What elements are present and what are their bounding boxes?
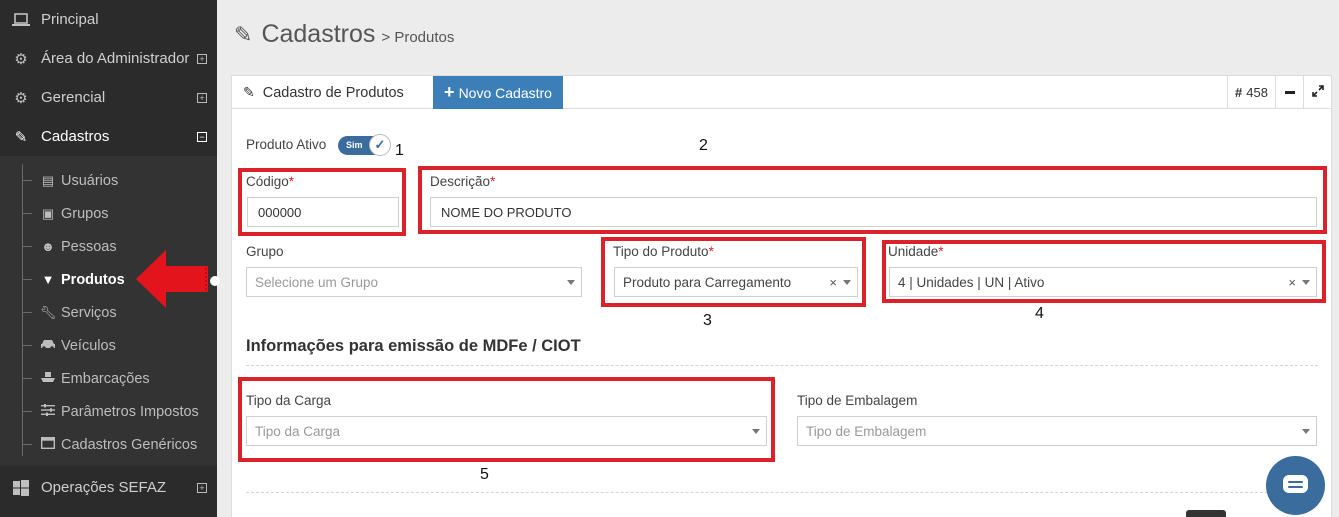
grupo-select[interactable]: Selecione um Grupo bbox=[246, 267, 582, 297]
tipo-embalagem-label: Tipo de Embalagem bbox=[797, 393, 918, 408]
sidebar-submenu: ▤ Usuários ▣ Grupos ☻ Pessoas ▼ Produtos… bbox=[0, 156, 217, 466]
annotation-number-5: 5 bbox=[480, 466, 489, 483]
sidebar-item-principal[interactable]: Principal bbox=[0, 0, 217, 39]
people-icon: ☻ bbox=[41, 239, 55, 254]
edit-icon: ✎ bbox=[14, 128, 28, 146]
sidebar-item-embarcacoes[interactable]: Embarcações bbox=[22, 362, 212, 395]
tipo-embalagem-select[interactable]: Tipo de Embalagem bbox=[797, 416, 1317, 446]
annotation-number-3: 3 bbox=[703, 312, 712, 329]
sidebar-item-cadastros-genericos[interactable]: Cadastros Genéricos bbox=[22, 428, 212, 461]
sidebar-item-label: Grupos bbox=[61, 205, 109, 222]
page-title: ✎ Cadastros > Produtos bbox=[234, 20, 454, 49]
sidebar-item-parametros[interactable]: Parâmetros Impostos bbox=[22, 395, 212, 428]
sidebar-item-label: Área do Administrador bbox=[41, 50, 190, 67]
sidebar-item-label: Serviços bbox=[61, 304, 117, 321]
edit-icon: ✎ bbox=[234, 22, 253, 47]
expand-icon[interactable]: + bbox=[197, 482, 207, 493]
sidebar-item-label: Cadastros bbox=[41, 128, 110, 145]
grupo-placeholder: Selecione um Grupo bbox=[255, 274, 379, 290]
expand-icon[interactable]: + bbox=[197, 53, 207, 64]
window-icon bbox=[38, 436, 58, 452]
grupo-label: Grupo bbox=[246, 244, 284, 259]
sidebar-item-label: Gerencial bbox=[41, 89, 106, 106]
new-record-label: Novo Cadastro bbox=[458, 84, 552, 101]
sidebar-item-grupos[interactable]: ▣ Grupos bbox=[22, 197, 212, 230]
sidebar-item-usuarios[interactable]: ▤ Usuários bbox=[22, 164, 212, 197]
page-heading: Cadastros bbox=[261, 20, 376, 48]
hash-icon: # bbox=[1235, 85, 1243, 100]
annotation-box-unidade bbox=[882, 240, 1326, 303]
sidebar-item-label: Veículos bbox=[61, 337, 116, 354]
chat-button[interactable] bbox=[1266, 456, 1325, 515]
edit-icon: ✎ bbox=[243, 84, 255, 100]
sidebar-item-operacoes-sefaz[interactable]: Operações SEFAZ + bbox=[0, 468, 217, 507]
sidebar-item-admin[interactable]: ⚙ Área do Administrador + bbox=[0, 39, 217, 78]
caret-down-icon bbox=[567, 280, 575, 285]
annotation-number-2: 2 bbox=[699, 137, 708, 154]
ship-icon bbox=[38, 371, 58, 387]
annotation-arrow bbox=[136, 250, 208, 308]
sidebar-item-label: Principal bbox=[41, 11, 99, 28]
sidebar-item-label: Pessoas bbox=[61, 238, 117, 255]
collapse-icon[interactable]: − bbox=[197, 131, 207, 142]
sidebar-item-label: Usuários bbox=[61, 172, 119, 189]
record-id-value: 458 bbox=[1246, 85, 1268, 100]
caret-down-icon bbox=[1302, 429, 1310, 434]
breadcrumb: > Produtos bbox=[381, 29, 455, 46]
plus-icon: + bbox=[444, 82, 455, 102]
section-divider bbox=[246, 492, 1318, 493]
panel-title-text: Cadastro de Produtos bbox=[262, 84, 404, 101]
sidebar-item-cadastros[interactable]: ✎ Cadastros − bbox=[0, 117, 217, 156]
gears-icon: ⚙ bbox=[14, 89, 28, 107]
sidebar-item-label: Parâmetros Impostos bbox=[61, 403, 199, 420]
car-icon bbox=[38, 338, 58, 353]
expand-button[interactable] bbox=[1303, 76, 1331, 109]
expand-icon bbox=[1311, 85, 1324, 100]
gears-icon: ⚙ bbox=[14, 50, 28, 68]
sidebar-bottom: Operações SEFAZ + bbox=[0, 466, 217, 517]
panel-header: ✎ Cadastro de Produtos + Novo Cadastro #… bbox=[232, 76, 1331, 109]
sidebar-item-label: Embarcações bbox=[61, 370, 150, 387]
sidebar-item-label: Operações SEFAZ bbox=[41, 479, 167, 496]
windows-icon bbox=[10, 479, 32, 497]
annotation-number-4: 4 bbox=[1035, 305, 1044, 322]
new-record-button[interactable]: + Novo Cadastro bbox=[433, 76, 563, 109]
bottom-tab bbox=[1186, 510, 1226, 517]
annotation-box-descricao bbox=[418, 166, 1327, 234]
annotation-number-1: 1 bbox=[395, 142, 404, 159]
section-divider bbox=[246, 365, 1318, 366]
produto-ativo-toggle[interactable]: Sim ✓ bbox=[338, 134, 391, 156]
group-box-icon: ▣ bbox=[41, 205, 55, 221]
id-card-icon: ▤ bbox=[41, 172, 55, 188]
toggle-text: Sim bbox=[346, 140, 363, 150]
record-id-badge: # 458 bbox=[1227, 76, 1275, 109]
expand-icon[interactable]: + bbox=[197, 92, 207, 103]
laptop-icon bbox=[10, 11, 32, 29]
sidebar-active-indicator bbox=[210, 276, 220, 286]
produto-ativo-label: Produto Ativo bbox=[246, 137, 327, 152]
shirt-icon: ▼ bbox=[41, 272, 55, 287]
panel-header-tools: # 458 bbox=[1227, 76, 1331, 109]
sidebar-item-label: Produtos bbox=[61, 271, 125, 288]
tipo-embalagem-placeholder: Tipo de Embalagem bbox=[806, 423, 927, 439]
annotation-box-tipo-produto bbox=[601, 237, 866, 307]
panel-title: ✎ Cadastro de Produtos bbox=[243, 84, 404, 101]
mdfe-section-title: Informações para emissão de MDFe / CIOT bbox=[246, 337, 581, 355]
chat-icon bbox=[1283, 475, 1308, 493]
sliders-icon bbox=[38, 404, 58, 419]
wrench-icon: 🔧︎ bbox=[39, 304, 57, 320]
sidebar-item-gerencial[interactable]: ⚙ Gerencial + bbox=[0, 78, 217, 117]
minimize-button[interactable] bbox=[1275, 76, 1303, 109]
annotation-box-tipo-carga bbox=[238, 377, 775, 462]
check-icon: ✓ bbox=[369, 134, 391, 156]
annotation-box-codigo bbox=[238, 168, 406, 236]
minus-icon bbox=[1284, 91, 1295, 94]
sidebar-item-label: Cadastros Genéricos bbox=[61, 436, 198, 453]
sidebar-item-veiculos[interactable]: Veículos bbox=[22, 329, 212, 362]
